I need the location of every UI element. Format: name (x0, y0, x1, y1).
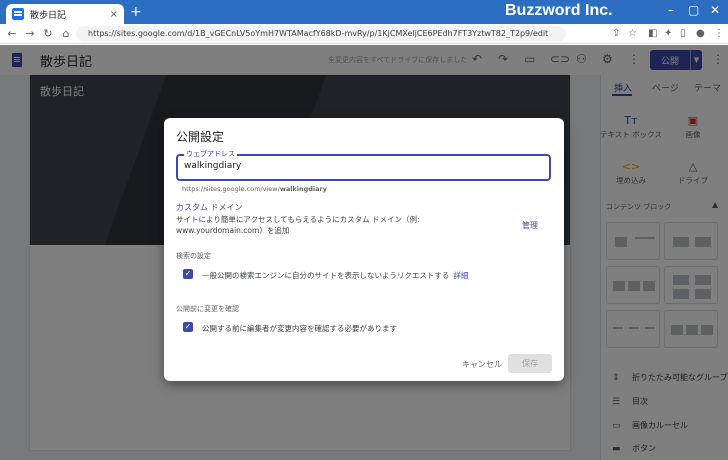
browser-tab[interactable]: 散歩日記 × (6, 4, 124, 24)
custom-domain-link[interactable]: カスタム ドメイン (176, 202, 243, 213)
review-section-heading: 公開前に変更を確認 (176, 305, 239, 313)
search-checkbox[interactable]: ✓ (183, 269, 193, 279)
manage-button[interactable]: 管理 (522, 220, 538, 231)
close-window-icon[interactable]: ✕ (710, 3, 720, 17)
puzzle-icon[interactable]: ✦ (664, 28, 672, 39)
tab-title: 散歩日記 (30, 10, 67, 21)
close-tab-icon[interactable]: × (110, 9, 118, 20)
sites-favicon-icon (12, 8, 24, 20)
back-icon[interactable]: ← (4, 27, 20, 40)
custom-domain-description: サイトにより簡単にアクセスしてもらえるようにカスタム ドメイン（例: www.y… (176, 215, 420, 235)
cancel-button[interactable]: キャンセル (462, 359, 502, 370)
home-icon[interactable]: ⌂ (58, 27, 74, 40)
address-bar[interactable]: https://sites.google.com/d/1B_vGECnLV5oY… (76, 26, 566, 42)
reload-icon[interactable]: ↻ (40, 27, 56, 40)
share-icon[interactable]: ⇪ (612, 28, 620, 39)
maximize-icon[interactable]: ▢ (688, 3, 699, 17)
url-slug: walkingdiary (279, 185, 327, 193)
search-settings-heading: 検索の設定 (176, 252, 211, 260)
dialog-title: 公開設定 (176, 130, 225, 144)
publish-settings-dialog: 公開設定 ウェブアドレス https://sites.google.com/vi… (164, 118, 564, 381)
minimize-icon[interactable]: – (668, 3, 674, 17)
review-checkbox-label: 公開する前に編集者が変更内容を確認する必要があります (202, 324, 397, 333)
forward-icon[interactable]: → (22, 27, 38, 40)
search-checkbox-label: 一般公開の検索エンジンに自分のサイトを表示しないようリクエストする (202, 271, 450, 280)
review-checkbox[interactable]: ✓ (183, 322, 193, 332)
menu-icon[interactable]: ⋮ (714, 28, 724, 39)
detail-link[interactable]: 詳細 (453, 271, 468, 280)
brand-watermark: Buzzword Inc. (505, 2, 613, 19)
profile-icon[interactable]: ● (696, 28, 705, 39)
url-preview: https://sites.google.com/view/walkingdia… (182, 185, 327, 193)
browser-tab-bar: 散歩日記 × + Buzzword Inc. – ▢ ✕ (0, 0, 728, 24)
star-icon[interactable]: ☆ (628, 28, 637, 39)
url-prefix: https://sites.google.com/view/ (182, 185, 280, 193)
new-tab-button[interactable]: + (130, 4, 142, 20)
browser-toolbar: ← → ↻ ⌂ https://sites.google.com/d/1B_vG… (0, 24, 728, 44)
search-checkbox-row: 一般公開の検索エンジンに自分のサイトを表示しないようリクエストする 詳細 (202, 270, 468, 281)
web-address-input[interactable] (184, 161, 534, 171)
web-address-field[interactable]: ウェブアドレス (176, 149, 551, 181)
save-button[interactable]: 保存 (508, 354, 552, 373)
web-address-label: ウェブアドレス (184, 149, 237, 159)
extension-icon[interactable]: ◧ (648, 28, 657, 39)
url-text: https://sites.google.com/d/1B_vGECnLV5oY… (88, 29, 549, 38)
sidepanel-icon[interactable]: ▯ (680, 28, 686, 39)
